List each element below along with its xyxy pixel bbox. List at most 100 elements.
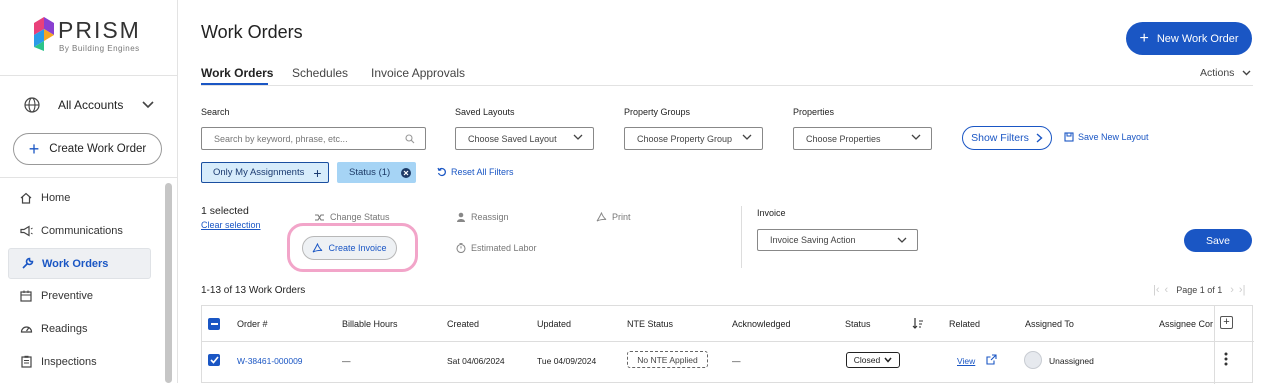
column-header-billable-hours[interactable]: Billable Hours: [342, 319, 398, 329]
brand-name: PRISM: [58, 17, 141, 43]
properties-label: Properties: [793, 107, 835, 117]
chevron-down-icon: [1242, 70, 1251, 76]
status-filter-chip[interactable]: Status (1): [337, 162, 416, 183]
property-groups-select[interactable]: Choose Property Group: [624, 127, 763, 150]
actions-menu[interactable]: Actions: [1200, 67, 1251, 79]
clock-icon: [456, 243, 466, 253]
related-view-link[interactable]: View: [957, 356, 975, 366]
print-label: Print: [612, 212, 631, 222]
avatar: [1024, 351, 1042, 369]
column-header-related[interactable]: Related: [949, 319, 980, 329]
sidebar-item-label: Home: [41, 191, 71, 204]
estimated-labor-label: Estimated Labor: [471, 243, 537, 253]
reassign-action[interactable]: Reassign: [456, 212, 509, 222]
search-label: Search: [201, 107, 230, 117]
create-work-order-label: Create Work Order: [49, 143, 147, 155]
reset-label: Reset All Filters: [451, 167, 514, 177]
column-header-acknowledged[interactable]: Acknowledged: [732, 319, 791, 329]
properties-value: Choose Properties: [806, 133, 881, 144]
sidebar-item-label: Work Orders: [42, 257, 109, 270]
prism-logo-icon: [34, 17, 54, 51]
order-number-link[interactable]: W-38461-000009: [237, 356, 303, 366]
tab-schedules[interactable]: Schedules: [292, 66, 348, 80]
updated-cell: Tue 04/09/2024: [537, 356, 597, 366]
megaphone-icon: [19, 224, 33, 238]
tab-divider: [201, 85, 1253, 86]
account-switcher[interactable]: All Accounts: [24, 94, 154, 116]
column-header-assignee-contact[interactable]: Assignee Cor: [1159, 319, 1214, 329]
first-page-icon[interactable]: |‹: [1153, 284, 1160, 296]
chevron-down-icon: [573, 134, 583, 140]
invoice-saving-action-select[interactable]: Invoice Saving Action: [757, 229, 918, 251]
plus-icon: +: [1139, 29, 1149, 47]
save-new-layout-link[interactable]: Save New Layout: [1064, 132, 1149, 142]
column-header-created[interactable]: Created: [447, 319, 479, 329]
show-filters-button[interactable]: Show Filters: [962, 126, 1052, 150]
new-work-order-label: New Work Order: [1156, 32, 1239, 45]
print-action[interactable]: Print: [596, 212, 631, 222]
sort-icon[interactable]: [912, 317, 924, 331]
saved-layouts-select[interactable]: Choose Saved Layout: [455, 127, 594, 150]
more-options-icon[interactable]: [1224, 352, 1228, 368]
sidebar-item-communications[interactable]: Communications: [8, 215, 151, 246]
create-work-order-button[interactable]: + Create Work Order: [13, 133, 162, 165]
sidebar-item-label: Communications: [41, 224, 123, 237]
divider: [741, 206, 742, 268]
person-icon: [456, 212, 466, 222]
column-header-nte-status[interactable]: NTE Status: [627, 319, 673, 329]
property-groups-value: Choose Property Group: [637, 133, 733, 144]
results-count: 1-13 of 13 Work Orders: [201, 285, 306, 296]
status-dropdown[interactable]: Closed: [846, 352, 900, 368]
prev-page-icon[interactable]: ‹: [1165, 284, 1169, 296]
column-header-assigned-to[interactable]: Assigned To: [1025, 319, 1074, 329]
property-groups-label: Property Groups: [624, 107, 691, 117]
reset-all-filters-link[interactable]: Reset All Filters: [437, 167, 514, 177]
plus-icon: +: [28, 139, 40, 159]
tab-invoice-approvals[interactable]: Invoice Approvals: [371, 66, 465, 80]
tab-work-orders[interactable]: Work Orders: [201, 66, 273, 80]
sidebar-scrollbar[interactable]: [165, 183, 172, 383]
assigned-to-cell: Unassigned: [1049, 356, 1094, 366]
sidebar-item-home[interactable]: Home: [8, 182, 151, 213]
pdf-icon: [596, 212, 607, 222]
main-content: Work Orders + New Work Order Work Orders…: [178, 0, 1272, 384]
sidebar-item-readings[interactable]: Readings: [8, 313, 151, 344]
column-header-updated[interactable]: Updated: [537, 319, 571, 329]
acknowledged-cell: —: [732, 356, 741, 366]
change-status-action[interactable]: Change Status: [314, 212, 390, 222]
prism-logo[interactable]: PRISM By Building Engines: [34, 17, 154, 57]
calendar-icon: [19, 289, 33, 303]
chip-label: Only My Assignments: [213, 167, 305, 178]
change-status-label: Change Status: [330, 212, 390, 222]
select-all-checkbox[interactable]: [208, 318, 220, 330]
new-work-order-button[interactable]: + New Work Order: [1126, 22, 1252, 55]
row-checkbox[interactable]: [208, 354, 220, 366]
properties-select[interactable]: Choose Properties: [793, 127, 932, 150]
create-invoice-button[interactable]: Create Invoice: [302, 236, 397, 260]
home-icon: [19, 191, 33, 205]
created-cell: Sat 04/06/2024: [447, 356, 505, 366]
column-header-order[interactable]: Order #: [237, 319, 268, 329]
search-input[interactable]: Search by keyword, phrase, etc...: [201, 127, 426, 150]
last-page-icon[interactable]: ›|: [1239, 284, 1246, 296]
sidebar-item-preventive[interactable]: Preventive: [8, 280, 151, 311]
pagination: |‹ ‹ Page 1 of 1 › ›|: [1153, 284, 1245, 296]
close-icon[interactable]: [401, 167, 412, 178]
column-header-status[interactable]: Status: [845, 319, 871, 329]
estimated-labor-action[interactable]: Estimated Labor: [456, 243, 537, 253]
chevron-right-icon: [1036, 133, 1043, 143]
next-page-icon[interactable]: ›: [1230, 284, 1234, 296]
sidebar-item-label: Readings: [41, 322, 88, 335]
gauge-icon: [19, 322, 33, 336]
external-link-icon[interactable]: [986, 354, 997, 367]
sidebar-item-work-orders[interactable]: Work Orders: [8, 248, 151, 279]
only-my-assignments-chip[interactable]: Only My Assignments +: [201, 162, 329, 183]
save-button[interactable]: Save: [1184, 229, 1252, 252]
wrench-icon: [20, 257, 34, 271]
search-placeholder: Search by keyword, phrase, etc...: [214, 133, 348, 144]
clear-selection-link[interactable]: Clear selection: [201, 220, 261, 230]
table-header: Order # Billable Hours Created Updated N…: [202, 306, 1254, 384]
work-orders-table: Order # Billable Hours Created Updated N…: [201, 305, 1254, 384]
add-column-button[interactable]: +: [1220, 316, 1233, 329]
sidebar-item-inspections[interactable]: Inspections: [8, 346, 151, 377]
